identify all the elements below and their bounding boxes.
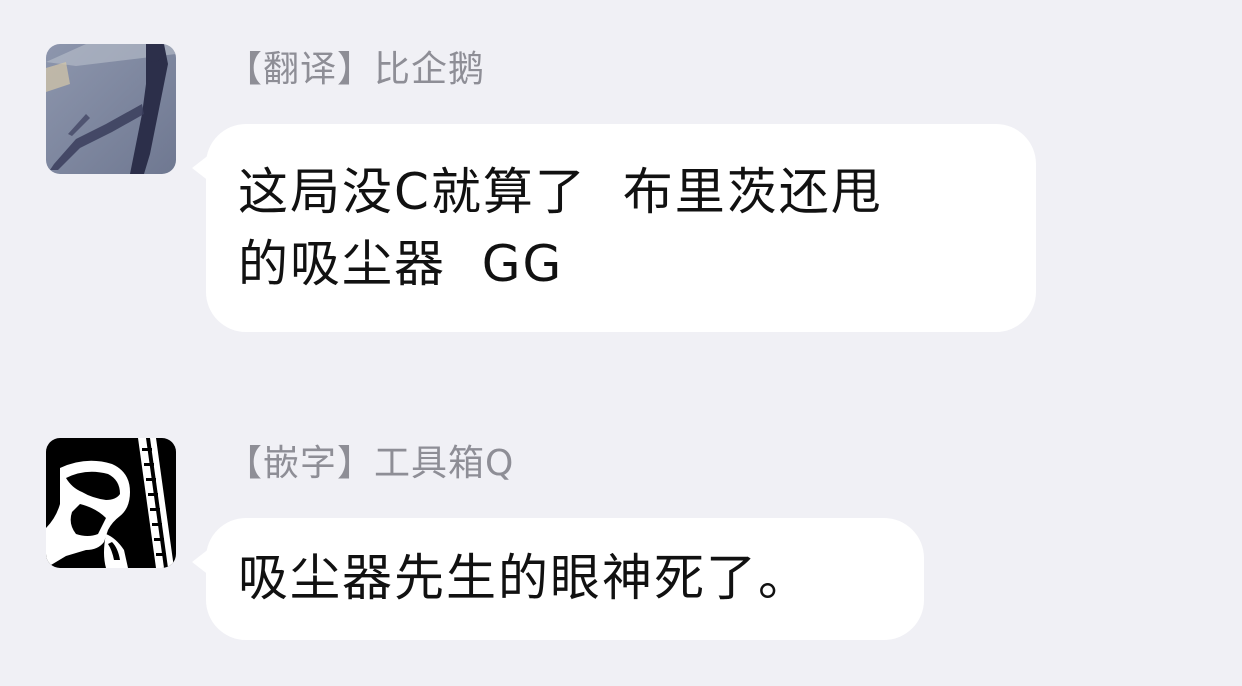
sender-name: 【翻译】比企鹅 xyxy=(226,49,486,90)
message-bubble[interactable]: 吸尘器先生的眼神死了。 xyxy=(192,518,924,640)
chat-view: 【翻译】比企鹅 这局没C就算了 布里茨还甩 的吸尘器 GG 【嵌字】工具箱Q 吸… xyxy=(0,0,1242,686)
sender-avatar[interactable] xyxy=(46,438,176,568)
sender-avatar[interactable] xyxy=(46,44,176,174)
shadow-walking-photo-avatar-icon xyxy=(46,44,176,174)
sender-name: 【嵌字】工具箱Q xyxy=(226,443,515,484)
silhouette-portrait-avatar-icon xyxy=(46,438,176,568)
message-text: 吸尘器先生的眼神死了。 xyxy=(238,549,810,607)
message-bubble[interactable]: 这局没C就算了 布里茨还甩 的吸尘器 GG xyxy=(192,124,1036,332)
message-text: 这局没C就算了 布里茨还甩 的吸尘器 GG xyxy=(238,163,883,293)
